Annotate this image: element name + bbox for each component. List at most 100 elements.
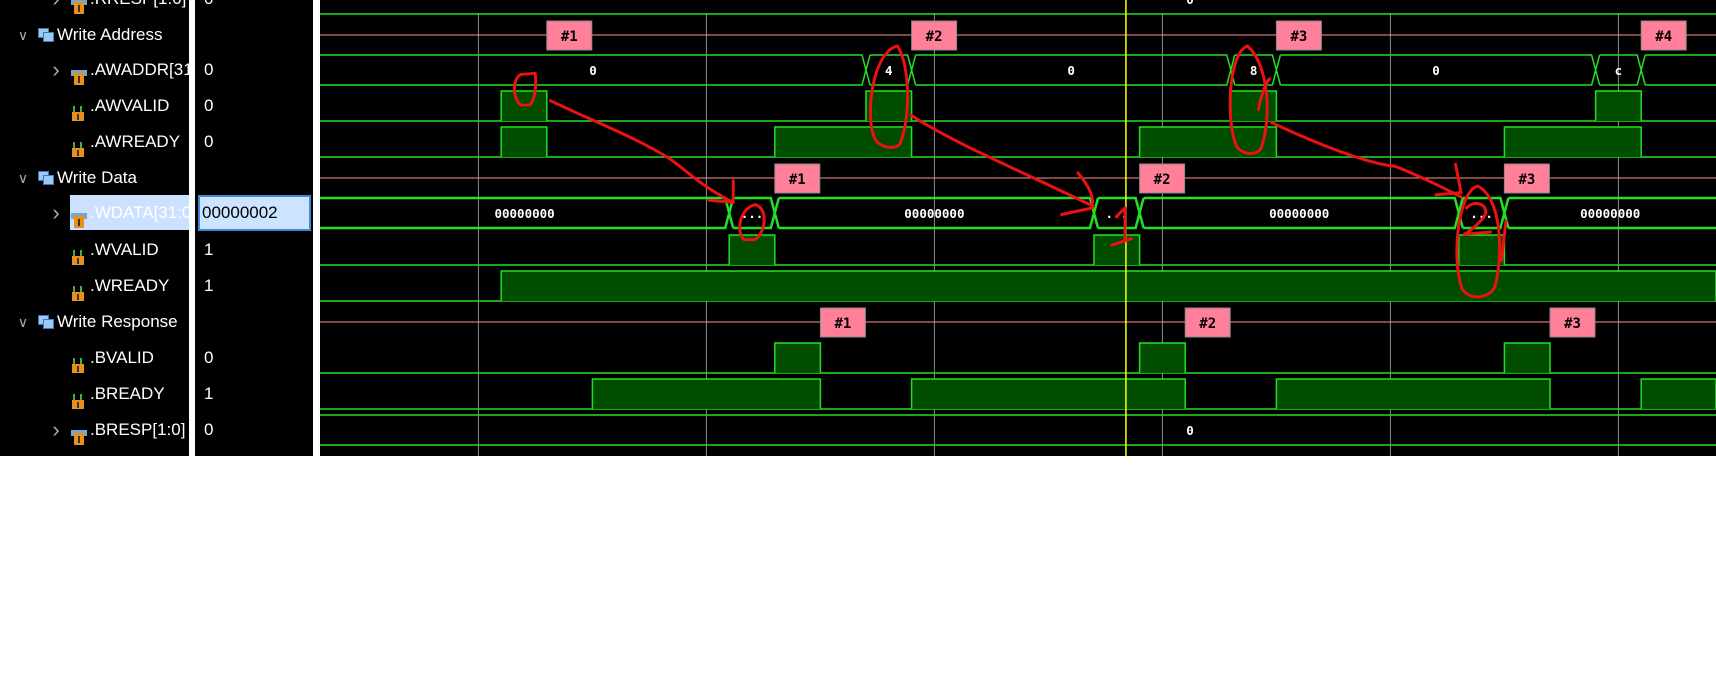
marker-label: #4 bbox=[1655, 29, 1672, 45]
signal-row-awvalid[interactable]: .AWVALID bbox=[0, 88, 189, 124]
annotation-stroke bbox=[549, 99, 733, 203]
bit-signal-icon bbox=[71, 98, 87, 121]
bus-value-label: 0 bbox=[589, 63, 597, 78]
signal-value-panel: 0 0 0 0 00000002 1 1 0 1 0 bbox=[195, 0, 313, 456]
signal-name: Write Address bbox=[57, 25, 163, 44]
chevron-right-icon[interactable]: › bbox=[49, 52, 63, 88]
bus-value-label: c bbox=[1615, 63, 1623, 78]
signal-row-wvalid[interactable]: .WVALID bbox=[0, 232, 189, 268]
marker-label: #2 bbox=[1154, 172, 1171, 188]
signal-row-bresp-1-0[interactable]: › .BRESP[1:0] bbox=[0, 412, 189, 448]
bit-signal-icon bbox=[71, 134, 87, 157]
bit-signal-icon bbox=[71, 350, 87, 373]
signal-value: 0 bbox=[204, 60, 214, 79]
signal-high-pulse bbox=[1139, 343, 1186, 373]
bus-signal-icon bbox=[71, 205, 87, 228]
signal-row-awready[interactable]: .AWREADY bbox=[0, 124, 189, 160]
bus-value-label: 4 bbox=[885, 63, 893, 78]
marker-label: #3 bbox=[1290, 29, 1307, 45]
signal-row-wready[interactable]: .WREADY bbox=[0, 268, 189, 304]
signal-high-pulse bbox=[501, 127, 547, 157]
signal-value: 1 bbox=[204, 276, 214, 295]
chevron-right-icon[interactable]: › bbox=[49, 195, 63, 231]
marker-label: #2 bbox=[1199, 316, 1216, 332]
signal-row-rresp-1-0[interactable]: › .RRESP[1:0] bbox=[0, 0, 189, 17]
chevron-right-icon[interactable]: › bbox=[49, 0, 63, 17]
bit-signal-icon bbox=[71, 242, 87, 265]
bus-signal-icon bbox=[71, 422, 87, 445]
bus-segment bbox=[320, 414, 1716, 446]
bus-value-label: 8 bbox=[1250, 63, 1258, 78]
signal-high-pulse bbox=[592, 379, 821, 409]
signal-high-pulse bbox=[911, 379, 1186, 409]
signal-value: 0 bbox=[204, 132, 214, 151]
signal-high-pulse bbox=[774, 127, 912, 157]
bus-signal-icon bbox=[71, 0, 87, 14]
signal-high-pulse bbox=[1504, 127, 1642, 157]
signal-name: Write Response bbox=[57, 312, 178, 331]
marker-label: #1 bbox=[789, 172, 806, 188]
signal-high-pulse bbox=[1276, 379, 1550, 409]
signal-value: 1 bbox=[204, 240, 214, 259]
marker-label: #3 bbox=[1564, 316, 1581, 332]
signal-name: .WVALID bbox=[90, 240, 159, 259]
signal-high-pulse bbox=[774, 343, 821, 373]
signal-high-pulse bbox=[1595, 91, 1642, 121]
marker-label: #1 bbox=[561, 29, 578, 45]
signal-name: .AWADDR[31:0] bbox=[90, 60, 189, 79]
signal-high-pulse bbox=[501, 271, 1716, 301]
bus-value-label: 0 bbox=[1186, 423, 1194, 438]
signal-row-bvalid[interactable]: .BVALID bbox=[0, 340, 189, 376]
bit-signal-icon bbox=[71, 386, 87, 409]
marker-label: #1 bbox=[834, 316, 851, 332]
bus-value-label: 0 bbox=[1067, 63, 1075, 78]
annotation-stroke bbox=[909, 113, 1094, 208]
signal-value: 0 bbox=[204, 420, 214, 439]
signal-high-pulse bbox=[1458, 235, 1505, 265]
marker-label: #2 bbox=[926, 29, 943, 45]
bus-segment bbox=[1280, 54, 1601, 86]
chevron-down-icon[interactable]: ∨ bbox=[16, 160, 30, 196]
bus-segment bbox=[1645, 54, 1716, 86]
signal-value: 1 bbox=[204, 384, 214, 403]
group-icon bbox=[38, 315, 54, 329]
bus-value-label: 0 bbox=[1432, 63, 1440, 78]
waveform-canvas[interactable]: 0#1#2#3#404080c#1#2#300000000...00000000… bbox=[320, 0, 1716, 456]
signal-value: 0 bbox=[204, 348, 214, 367]
waveform-panel[interactable]: 0#1#2#3#404080c#1#2#300000000...00000000… bbox=[320, 0, 1716, 456]
bus-value-label: 00000000 bbox=[904, 206, 964, 221]
bus-value-label: 00000000 bbox=[494, 206, 554, 221]
signal-row-wdata-31-0[interactable]: › .WDATA[31:0] bbox=[0, 195, 189, 231]
signal-row-write-address[interactable]: ∨ Write Address bbox=[0, 17, 189, 53]
hand-drawn-annotations bbox=[512, 44, 1508, 299]
signal-high-pulse bbox=[1504, 343, 1550, 373]
signal-name: .WREADY bbox=[90, 276, 170, 295]
bus-value-label: 0 bbox=[1186, 0, 1194, 7]
signal-name: .AWREADY bbox=[90, 132, 181, 151]
bit-signal-icon bbox=[71, 278, 87, 301]
signal-name: Write Data bbox=[57, 168, 137, 187]
signal-row-write-data[interactable]: ∨ Write Data bbox=[0, 160, 189, 196]
group-icon bbox=[38, 171, 54, 185]
marker-label: #3 bbox=[1518, 172, 1535, 188]
chevron-right-icon[interactable]: › bbox=[49, 412, 63, 448]
bus-segment bbox=[915, 54, 1236, 86]
bus-signal-icon bbox=[71, 62, 87, 85]
bus-segment bbox=[1599, 54, 1646, 86]
bus-value-label: 00000000 bbox=[1269, 206, 1329, 221]
annotation-stroke bbox=[1270, 121, 1463, 199]
signal-high-pulse bbox=[1230, 91, 1277, 121]
signal-row-write-response[interactable]: ∨ Write Response bbox=[0, 304, 189, 340]
signal-name: .BRESP[1:0] bbox=[90, 420, 186, 439]
signal-high-pulse bbox=[1641, 379, 1716, 409]
signal-row-awaddr-31-0[interactable]: › .AWADDR[31:0] bbox=[0, 52, 189, 88]
signal-value: 0 bbox=[204, 0, 213, 17]
chevron-down-icon[interactable]: ∨ bbox=[16, 17, 30, 53]
signal-name: .RRESP[1:0] bbox=[90, 0, 186, 17]
chevron-down-icon[interactable]: ∨ bbox=[16, 304, 30, 340]
bus-segment bbox=[320, 13, 1716, 15]
selected-value-field[interactable]: 00000002 bbox=[198, 195, 311, 231]
signal-name: .AWVALID bbox=[90, 96, 170, 115]
signal-row-bready[interactable]: .BREADY bbox=[0, 376, 189, 412]
signal-name: .WDATA[31:0] bbox=[90, 203, 189, 222]
